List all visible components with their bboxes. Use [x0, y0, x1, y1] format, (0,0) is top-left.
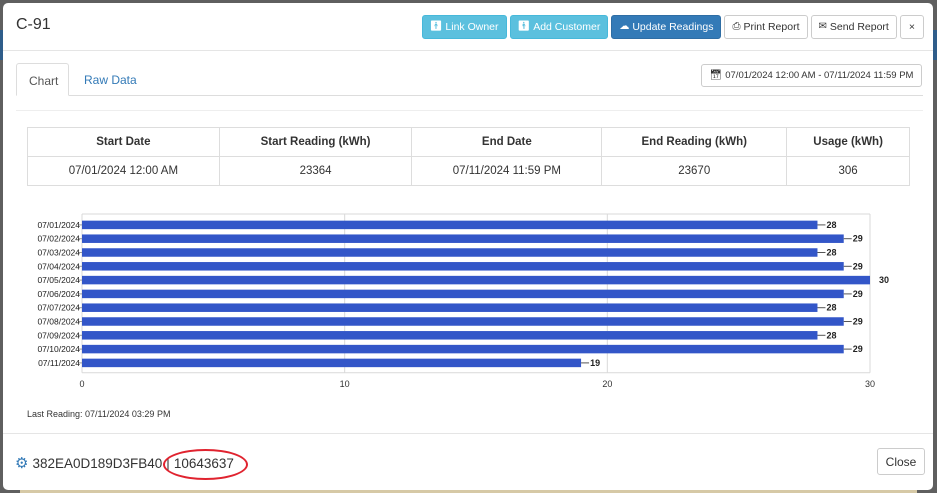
summary-table: Start Date Start Reading (kWh) End Date … — [27, 127, 910, 186]
data-label: 29 — [853, 289, 863, 299]
data-label: 28 — [826, 248, 836, 258]
y-tick-label: 07/11/2024 — [38, 358, 80, 368]
summary-header: Start Date — [27, 127, 220, 157]
usage-cell: 306 — [786, 156, 910, 186]
update-readings-label: Update Readings — [632, 21, 714, 33]
bar — [82, 289, 844, 299]
summary-header: End Reading (kWh) — [601, 127, 788, 157]
update-readings-button[interactable]: ☁ Update Readings — [611, 15, 722, 39]
daily-usage-chart-svg: 0 10 20 30 07/01/2024 28 07/02/2024 29 07/03/202… — [37, 213, 889, 388]
bar — [82, 344, 844, 354]
summary-header: End Date — [411, 127, 603, 157]
gear-icon[interactable]: ⚙ — [15, 454, 28, 472]
start-reading-cell: 23364 — [218, 156, 413, 186]
tab-raw-data[interactable]: Raw Data — [72, 63, 149, 96]
end-date-cell: 07/11/2024 11:59 PM — [411, 156, 603, 186]
divider — [16, 110, 923, 111]
person-icon: 🚹︎ — [517, 21, 531, 32]
data-label: 28 — [826, 303, 836, 313]
x-tick-label: 30 — [865, 379, 875, 388]
meter-number-wrap: 10643637 — [162, 448, 248, 480]
summary-header: Usage (kWh) — [786, 127, 910, 157]
data-label: 30 — [879, 275, 889, 285]
summary-header: Start Reading (kWh) — [218, 127, 413, 157]
print-report-button[interactable]: ⎙ Print Report — [724, 15, 808, 39]
date-range-picker[interactable]: 📅︎ 07/01/2024 12:00 AM - 07/11/2024 11:5… — [701, 64, 922, 87]
x-tick-label: 10 — [340, 379, 350, 388]
data-label: 28 — [826, 220, 836, 230]
y-tick-label: 07/08/2024 — [37, 317, 80, 327]
link-owner-label: Link Owner — [445, 21, 499, 33]
summary-header-row: Start Date Start Reading (kWh) End Date … — [27, 127, 910, 157]
daily-usage-chart: 0 10 20 30 07/01/2024 28 07/02/2024 29 07/03/202… — [3, 208, 933, 388]
bar — [82, 234, 844, 243]
bar — [82, 317, 844, 326]
close-x-button[interactable]: × — [899, 15, 924, 39]
send-report-label: Send Report — [829, 21, 889, 33]
y-tick-label: 07/05/2024 — [37, 275, 80, 285]
modal-title: C-91 — [16, 16, 51, 33]
header-button-group: 🚹︎ Link Owner 🚹︎ Add Customer ☁ Update R… — [421, 15, 924, 39]
x-tick-label: 0 — [79, 379, 84, 388]
printer-icon: ⎙ — [732, 21, 741, 32]
y-tick-label: 07/02/2024 — [37, 234, 80, 244]
device-info: ⚙ 382EA0D189D3FB40 | 10643637 — [15, 448, 248, 480]
add-customer-label: Add Customer — [533, 21, 601, 33]
print-report-label: Print Report — [743, 21, 800, 33]
highlight-oval — [162, 448, 248, 480]
link-owner-button[interactable]: 🚹︎ Link Owner — [421, 15, 507, 39]
bar — [82, 331, 818, 340]
bar — [82, 303, 818, 312]
close-icon: × — [908, 21, 915, 33]
envelope-icon: ✉ — [818, 21, 827, 32]
table-row: 07/01/2024 12:00 AM 23364 07/11/2024 11:… — [27, 156, 910, 186]
data-label: 29 — [853, 344, 863, 354]
start-date-cell: 07/01/2024 12:00 AM — [27, 156, 220, 186]
add-customer-button[interactable]: 🚹︎ Add Customer — [509, 15, 609, 39]
data-label: 29 — [853, 261, 863, 271]
data-label: 29 — [853, 234, 863, 244]
y-tick-label: 07/09/2024 — [37, 330, 80, 340]
modal-header: C-91 🚹︎ Link Owner 🚹︎ Add Customer ☁ Upd… — [3, 3, 933, 51]
bar — [82, 248, 818, 257]
cloud-upload-icon: ☁ — [619, 21, 630, 32]
y-tick-label: 07/03/2024 — [37, 248, 80, 258]
bar — [82, 275, 870, 285]
person-icon: 🚹︎ — [429, 21, 443, 32]
bar — [82, 220, 818, 230]
y-tick-label: 07/10/2024 — [37, 344, 80, 354]
y-tick-label: 07/04/2024 — [37, 261, 80, 271]
close-button[interactable]: Close — [877, 448, 925, 475]
meter-modal: C-91 🚹︎ Link Owner 🚹︎ Add Customer ☁ Upd… — [3, 3, 933, 490]
last-reading-text: Last Reading: 07/11/2024 03:29 PM — [27, 409, 171, 419]
calendar-icon: 📅︎ — [709, 69, 723, 81]
y-tick-label: 07/07/2024 — [37, 303, 80, 313]
y-tick-label: 07/06/2024 — [37, 289, 80, 299]
end-reading-cell: 23670 — [601, 156, 788, 186]
bar — [82, 358, 582, 368]
data-label: 19 — [590, 358, 600, 368]
data-label: 28 — [826, 330, 836, 340]
data-label: 29 — [853, 317, 863, 327]
bar — [82, 262, 844, 271]
tab-chart[interactable]: Chart — [16, 63, 69, 96]
x-tick-label: 20 — [602, 379, 612, 388]
device-id: 382EA0D189D3FB40 — [32, 455, 163, 471]
send-report-button[interactable]: ✉ Send Report — [810, 15, 897, 39]
y-tick-label: 07/01/2024 — [37, 220, 80, 230]
modal-footer: ⚙ 382EA0D189D3FB40 | 10643637 Close — [3, 433, 933, 490]
date-range-label: 07/01/2024 12:00 AM - 07/11/2024 11:59 P… — [725, 70, 914, 81]
